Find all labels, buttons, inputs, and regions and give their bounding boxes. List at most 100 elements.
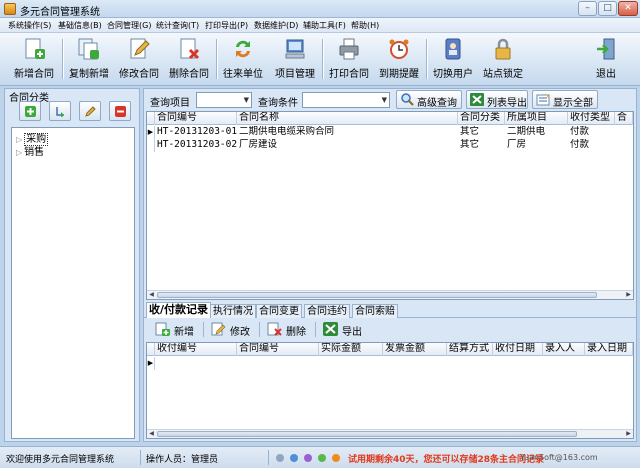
project-cell: 厂房 [507,139,527,150]
column-header[interactable]: 收付编号 [155,343,237,356]
new-contract-button[interactable]: 新增合同 [8,35,60,83]
projects-button[interactable]: 项目管理 [272,35,318,83]
column-header[interactable]: 合同编号 [155,112,237,125]
exit-door-icon [597,38,615,60]
copy-new-button[interactable]: 复制新增 [66,35,112,83]
edit-contract-button[interactable]: 修改合同 [116,35,162,83]
exit-button[interactable]: 退出 [584,35,628,83]
tab-claims[interactable]: 合同索赔 [352,304,398,318]
contract-panel: 查询项目 ▼ 查询条件 ▼ 高级查询 列表导出 显示全部 合同编号 合同名称 合… [143,88,637,442]
menu-statistics[interactable]: 统计查询(T) [156,20,199,31]
tab-payment-records[interactable]: 收/付款记录 [146,302,212,318]
column-header[interactable]: 所属项目 [505,112,568,125]
payment-grid-hscrollbar[interactable]: ◀ ▶ [147,429,633,438]
toolbar-separator [322,39,323,79]
menu-help[interactable]: 帮助(H) [351,20,379,31]
exit-label: 退出 [596,69,616,80]
due-reminder-label: 到期提醒 [379,69,419,80]
switch-user-button[interactable]: 切换用户 [430,35,476,83]
add-record-icon [155,322,170,336]
list-icon [536,93,550,106]
delete-record-icon [267,322,282,336]
payment-type-cell: 付款 [570,139,590,150]
column-header[interactable]: 录入人 [543,343,585,356]
advanced-query-button[interactable]: 高级查询 [396,90,462,109]
edit-category-button[interactable] [79,101,101,121]
switch-user-label: 切换用户 [433,69,473,80]
column-header[interactable]: 收付类型 [568,112,615,125]
tab-breach[interactable]: 合同违约 [304,304,350,318]
column-header[interactable]: 结算方式 [447,343,493,356]
row-pointer-icon: ▶ [147,357,155,370]
column-header[interactable]: 发票金额 [383,343,447,356]
menu-print-export[interactable]: 打印导出(P) [205,20,248,31]
query-item-select[interactable]: ▼ [196,92,252,108]
add-payment-button[interactable]: 新增 [152,320,200,339]
table-row[interactable]: ▶ HT-20131203-01 二期供电电缆采购合同 其它 二期供电 付款 [147,126,633,139]
edit-payment-button[interactable]: 修改 [208,320,256,339]
table-row[interactable]: HT-20131203-02 厂房建设 其它 厂房 付款 [147,139,633,152]
menu-maintenance[interactable]: 数据维护(D) [254,20,298,31]
export-payment-button[interactable]: 导出 [320,320,368,339]
delete-contract-label: 删除合同 [169,69,209,80]
new-contract-label: 新增合同 [14,69,54,80]
scroll-thumb[interactable] [157,431,577,437]
tab-changes[interactable]: 合同变更 [256,304,302,318]
scroll-left-icon[interactable]: ◀ [147,291,156,299]
column-header[interactable]: 合同编号 [237,343,319,356]
table-row[interactable]: ▶ [147,357,633,370]
column-header[interactable]: 合 [615,112,633,125]
delete-contract-button[interactable]: 删除合同 [166,35,212,83]
menu-contract[interactable]: 合同管理(G) [107,20,151,31]
lock-site-label: 站点锁定 [483,69,523,80]
theme-dot[interactable] [304,454,312,462]
tree-expand-icon[interactable]: ▷ [16,148,22,157]
theme-dot[interactable] [318,454,326,462]
column-header[interactable]: 合同名称 [237,112,458,125]
close-button[interactable]: ✕ [618,1,638,16]
query-condition-select[interactable]: ▼ [302,92,390,108]
tree-item-sales[interactable]: ▷ 销售 [16,143,44,158]
tab-execution[interactable]: 执行情况 [210,304,256,318]
add-category-button[interactable] [19,101,41,121]
due-reminder-button[interactable]: 到期提醒 [376,35,422,83]
minimize-button[interactable]: – [578,1,597,16]
contract-grid-hscrollbar[interactable]: ◀ ▶ [147,290,633,299]
partners-button[interactable]: 往来单位 [220,35,266,83]
scroll-left-icon[interactable]: ◀ [147,430,156,438]
theme-dot[interactable] [276,454,284,462]
show-all-button[interactable]: 显示全部 [532,90,598,109]
new-document-icon [25,38,45,59]
menu-system[interactable]: 系统操作(S) [8,20,51,31]
delete-category-button[interactable] [109,101,131,121]
category-tree[interactable]: ▷ 采购 ▷ 销售 [11,127,135,439]
scroll-right-icon[interactable]: ▶ [624,430,633,438]
chevron-down-icon: ▼ [243,96,249,104]
delete-payment-button[interactable]: 删除 [264,320,312,339]
contract-grid[interactable]: 合同编号 合同名称 合同分类 所属项目 收付类型 合 ▶ HT-20131203… [146,111,634,300]
menu-basic-info[interactable]: 基础信息(B) [58,20,102,31]
copy-new-label: 复制新增 [69,69,109,80]
lock-site-button[interactable]: 站点锁定 [480,35,526,83]
theme-dot[interactable] [332,454,340,462]
export-list-button[interactable]: 列表导出 [466,90,528,109]
scroll-thumb[interactable] [157,292,597,298]
maximize-button[interactable]: □ [598,1,617,16]
welcome-text: 欢迎使用多元合同管理系统 [6,455,115,465]
column-header[interactable]: 录入日期 [585,343,633,356]
contract-name-cell: 二期供电电缆采购合同 [239,126,335,137]
category-panel: 合同分类 ▷ 采购 ▷ 销售 [4,88,140,442]
payment-grid[interactable]: 收付编号 合同编号 实际金额 发票金额 结算方式 收付日期 录入人 录入日期 ▶… [146,342,634,439]
column-header[interactable]: 合同分类 [458,112,505,125]
column-header[interactable]: 收付日期 [493,343,543,356]
add-subcategory-button[interactable] [49,101,71,121]
edit-payment-label: 修改 [230,327,250,338]
column-header[interactable]: 实际金额 [319,343,383,356]
theme-dot[interactable] [290,454,298,462]
menu-bar: 系统操作(S) 基础信息(B) 合同管理(G) 统计查询(T) 打印导出(P) … [0,18,640,33]
scroll-right-icon[interactable]: ▶ [624,291,633,299]
menu-tools[interactable]: 辅助工具(F) [303,20,346,31]
print-contract-button[interactable]: 打印合同 [326,35,372,83]
toolbar-separator [259,322,260,337]
query-condition-label: 查询条件 [258,98,298,109]
